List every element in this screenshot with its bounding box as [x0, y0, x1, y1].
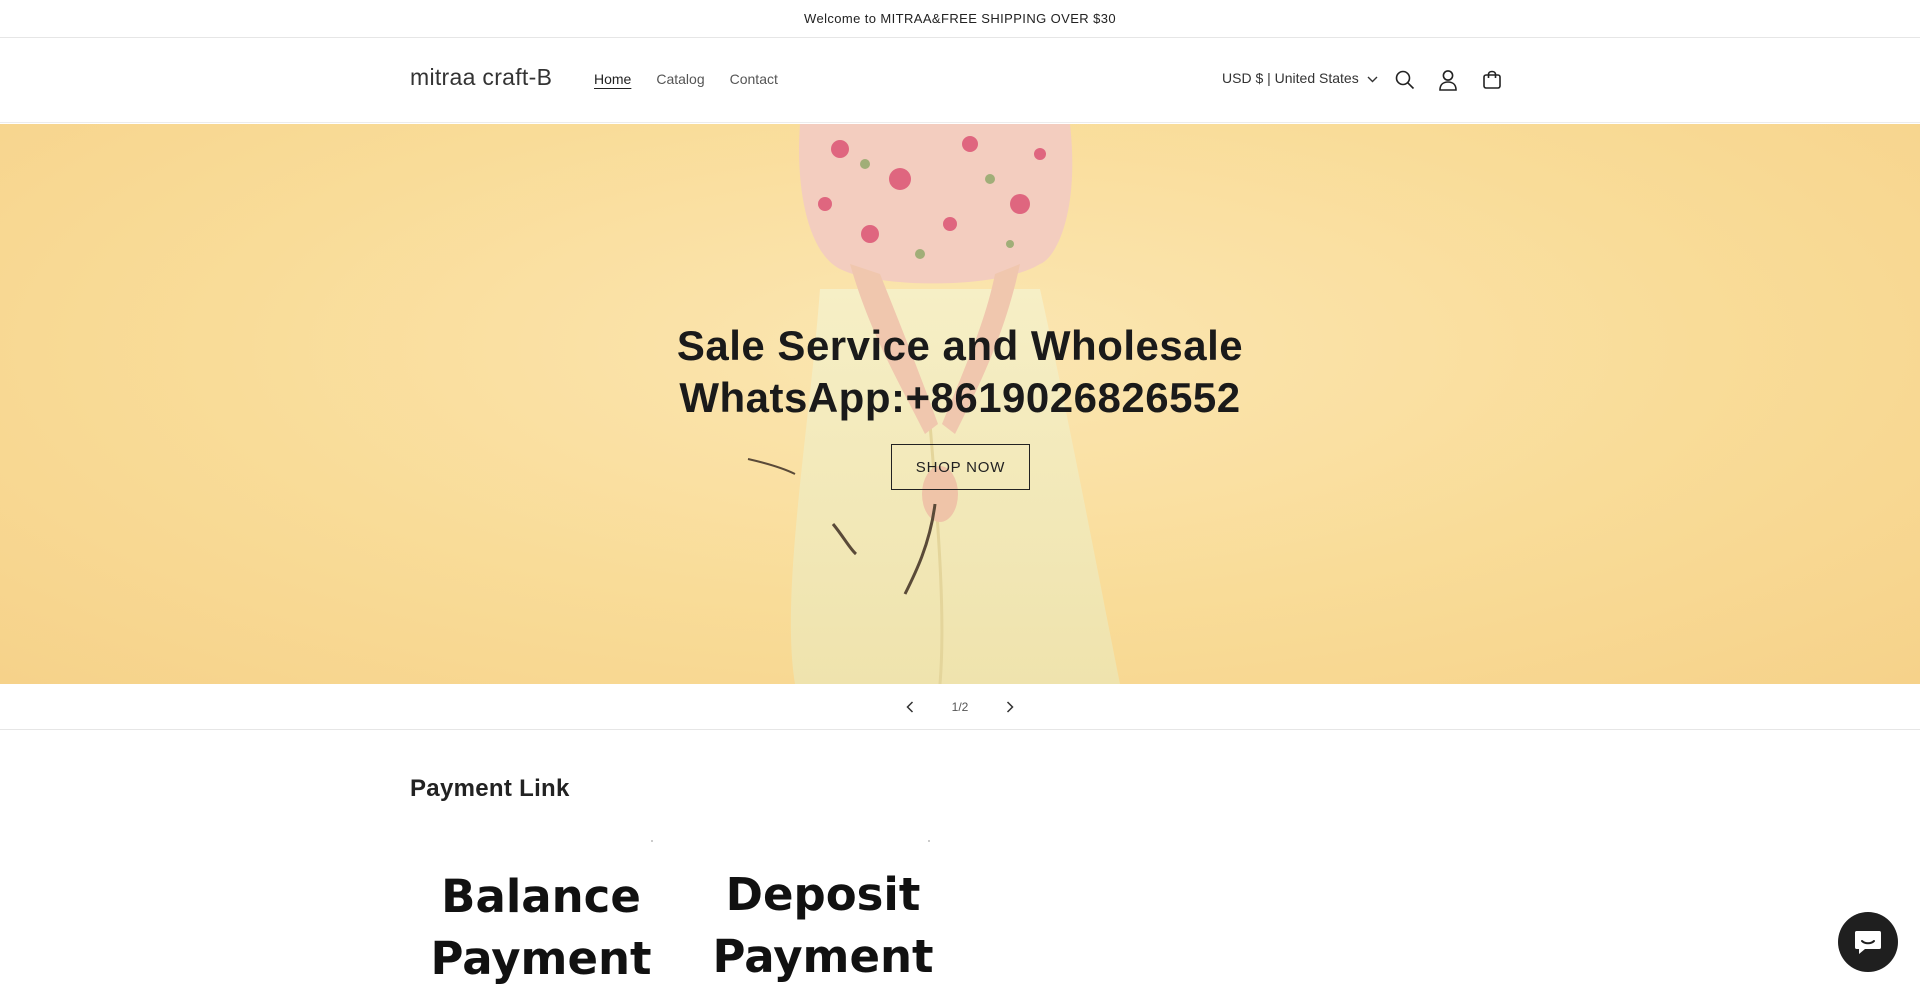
site-header: mitraa craft-B Home Catalog Contact USD …: [0, 38, 1920, 123]
card-title-line-2: Payment: [430, 932, 652, 985]
deposit-payment-card[interactable]: Deposit Payment: [698, 840, 948, 993]
store-logo[interactable]: mitraa craft-B: [410, 64, 552, 91]
previous-slide-icon[interactable]: [898, 695, 922, 719]
next-slide-icon[interactable]: [998, 695, 1022, 719]
balance-payment-card[interactable]: Balance Payment: [416, 840, 666, 993]
card-title-line-2: Payment: [712, 930, 934, 983]
card-title-line-1: Deposit: [725, 868, 921, 921]
nav-catalog[interactable]: Catalog: [656, 71, 704, 87]
announcement-bar: Welcome to MITRAA&FREE SHIPPING OVER $30: [0, 0, 1920, 38]
chevron-down-icon: [1367, 70, 1378, 86]
main-nav: Home Catalog Contact: [594, 71, 778, 87]
payment-section-title: Payment Link: [410, 775, 570, 802]
shop-now-button[interactable]: SHOP NOW: [891, 444, 1030, 490]
nav-home[interactable]: Home: [594, 71, 631, 87]
account-icon[interactable]: [1433, 65, 1463, 95]
cart-icon[interactable]: [1477, 65, 1507, 95]
currency-label: USD $ | United States: [1222, 70, 1359, 86]
card-corner-dot: [651, 840, 653, 842]
hero-banner: Sale Service and Wholesale WhatsApp:+861…: [0, 124, 1920, 684]
hero-heading-line-1: Sale Service and Wholesale: [676, 322, 1244, 369]
hero-heading: Sale Service and Wholesale WhatsApp:+861…: [0, 320, 1920, 424]
card-title-line-1: Balance: [441, 870, 641, 923]
announcement-text: Welcome to MITRAA&FREE SHIPPING OVER $30: [804, 11, 1116, 26]
slideshow-controls: 1/2: [0, 684, 1920, 730]
search-icon[interactable]: [1390, 65, 1420, 95]
nav-contact[interactable]: Contact: [730, 71, 778, 87]
card-corner-dot: [928, 840, 930, 842]
hero-heading-line-2: WhatsApp:+8619026826552: [679, 374, 1241, 421]
slide-counter: 1/2: [951, 699, 969, 714]
currency-selector[interactable]: USD $ | United States: [1222, 70, 1378, 86]
chat-icon[interactable]: [1838, 912, 1898, 972]
